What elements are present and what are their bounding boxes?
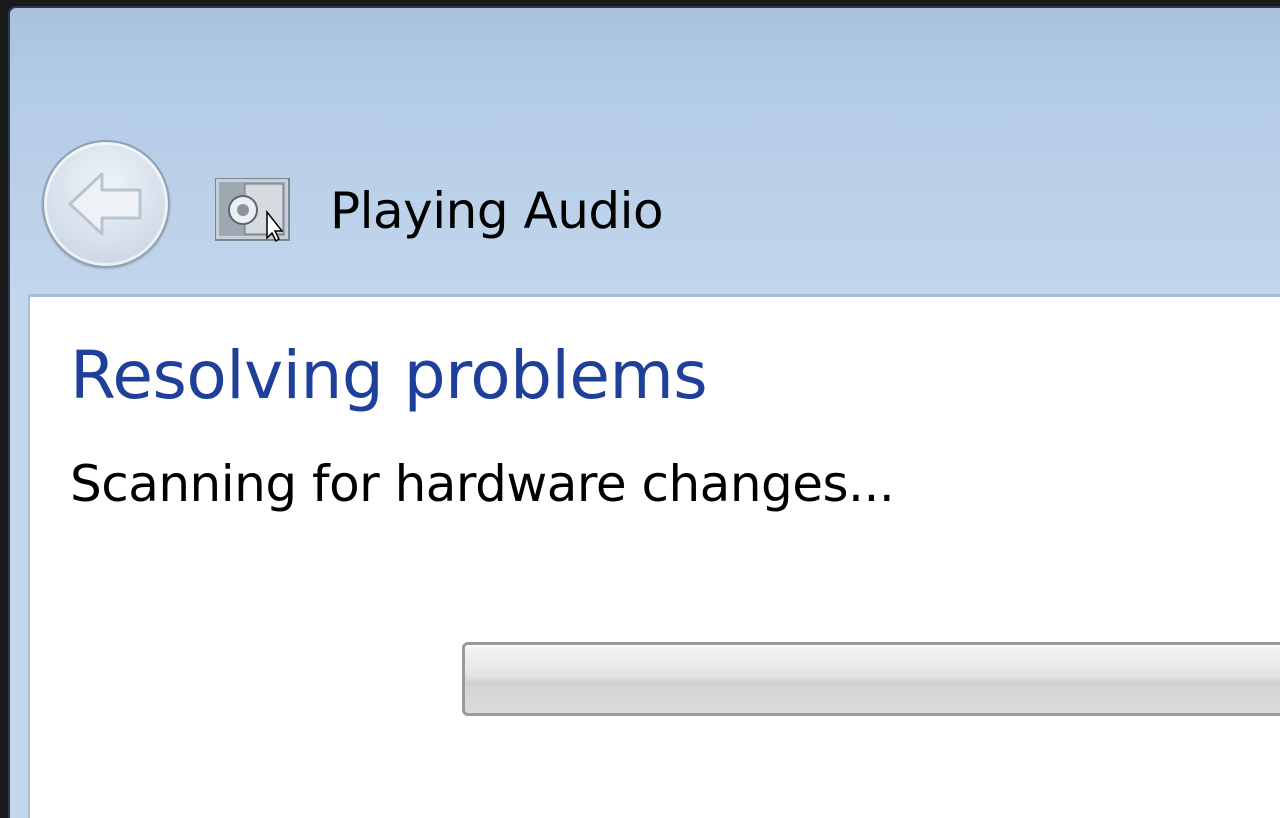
content-panel: Resolving problems Scanning for hardware…	[28, 294, 1280, 818]
page-heading: Resolving problems	[70, 337, 708, 414]
audio-troubleshooter-icon	[214, 177, 291, 243]
back-button[interactable]	[42, 140, 170, 268]
troubleshooter-window: Playing Audio Resolving problems Scannin…	[8, 6, 1280, 818]
status-text: Scanning for hardware changes...	[70, 455, 895, 513]
back-arrow-icon	[68, 172, 142, 236]
progress-bar	[462, 642, 1280, 716]
window-title: Playing Audio	[330, 182, 664, 240]
window-frame-top	[10, 8, 1280, 128]
